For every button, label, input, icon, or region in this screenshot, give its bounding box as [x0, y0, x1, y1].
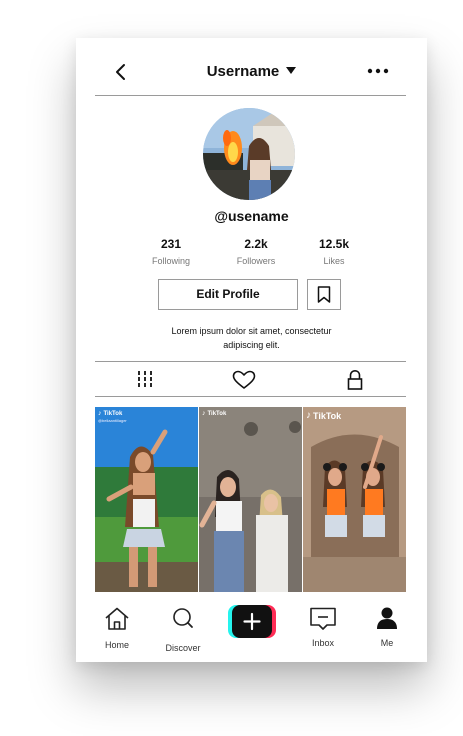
edit-profile-button[interactable]: Edit Profile — [158, 279, 298, 310]
tab-videos[interactable] — [128, 369, 162, 391]
phone-screen: Username @usename 231 Following 2.2k Fol — [76, 38, 427, 662]
header-divider — [95, 95, 406, 96]
nav-home[interactable]: Home — [89, 606, 145, 650]
avatar[interactable] — [203, 108, 295, 200]
video-thumbnail[interactable]: ♪ TikTok — [199, 407, 302, 592]
profile-handle: @usename — [214, 208, 289, 224]
bio-line: Lorem ipsum dolor sit amet, consectetur — [171, 326, 332, 336]
inbox-icon — [310, 607, 336, 630]
stat-followers[interactable]: 2.2k Followers — [221, 237, 291, 266]
person-icon — [377, 607, 397, 629]
bookmarks-button[interactable] — [307, 279, 341, 310]
tiktok-watermark: ♪ TikTok — [98, 410, 123, 417]
stat-label: Following — [151, 256, 191, 266]
nav-label: Inbox — [311, 638, 335, 648]
search-icon — [173, 608, 193, 628]
video-thumbnail[interactable]: ♪ TikTok — [303, 407, 406, 592]
profile-bio: Lorem ipsum dolor sit amet, consectetur … — [146, 324, 357, 352]
nav-label: Me — [380, 638, 394, 648]
caret-down-icon — [286, 67, 297, 74]
nav-label: Discover — [165, 643, 201, 653]
tiktok-watermark: ♪ TikTok — [306, 410, 342, 421]
watermark-text: TikTok — [207, 410, 227, 417]
stat-value: 12.5k — [318, 237, 350, 251]
tab-liked[interactable] — [227, 369, 261, 391]
bio-line: adipiscing elit. — [223, 340, 280, 350]
tabs-bottom-divider — [95, 396, 406, 397]
watermark-text: TikTok — [313, 410, 342, 421]
watermark-handle: @bellaantillager — [98, 418, 127, 423]
watermark-text: TikTok — [103, 410, 123, 417]
stat-likes[interactable]: 12.5k Likes — [299, 237, 369, 266]
create-video-button[interactable] — [228, 605, 276, 638]
stat-value: 2.2k — [244, 237, 268, 251]
tiktok-watermark: ♪ TikTok — [202, 410, 227, 417]
heart-icon — [232, 370, 256, 389]
video-thumbnail[interactable]: ♪ TikTok @bellaantillager — [95, 407, 198, 592]
stat-following[interactable]: 231 Following — [136, 237, 206, 266]
nav-discover[interactable]: Discover — [155, 606, 211, 653]
tabs-top-divider — [95, 361, 406, 362]
username-title: Username — [206, 63, 280, 80]
stat-value: 231 — [160, 237, 182, 251]
nav-me[interactable]: Me — [359, 606, 415, 648]
stat-label: Followers — [236, 256, 276, 266]
plus-icon — [228, 605, 276, 638]
nav-inbox[interactable]: Inbox — [295, 606, 351, 648]
tab-private[interactable] — [338, 369, 372, 391]
stat-label: Likes — [323, 256, 345, 266]
more-options-icon[interactable] — [366, 64, 390, 78]
grid-icon — [138, 371, 152, 389]
lock-icon — [347, 369, 363, 390]
home-icon — [105, 607, 129, 630]
bookmark-icon — [317, 286, 331, 303]
nav-label: Home — [104, 640, 129, 650]
